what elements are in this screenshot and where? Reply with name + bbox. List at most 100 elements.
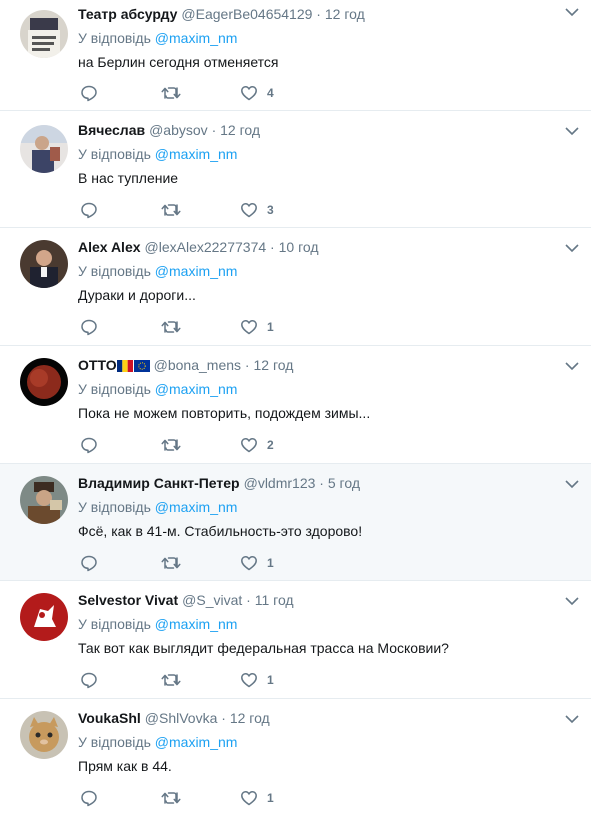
reply-context: У відповідь @maxim_nm: [78, 29, 237, 47]
like-button[interactable]: 1: [240, 317, 274, 337]
user-handle[interactable]: @bona_mens: [154, 357, 241, 373]
timestamp[interactable]: 5 год: [328, 475, 360, 491]
timestamp[interactable]: 11 год: [255, 592, 294, 608]
display-name[interactable]: VoukaShl: [78, 710, 141, 726]
user-handle[interactable]: @EagerBe04654129: [181, 6, 312, 22]
reply-button[interactable]: [80, 670, 98, 690]
like-button[interactable]: 1: [240, 788, 274, 808]
retweet-button[interactable]: [161, 83, 181, 103]
retweet-button[interactable]: [161, 553, 181, 573]
chevron-down-icon[interactable]: [565, 596, 579, 606]
reply-button[interactable]: [80, 83, 98, 103]
tweet-actions: 1: [78, 670, 378, 690]
chevron-down-icon[interactable]: [565, 479, 579, 489]
timestamp[interactable]: 12 год: [230, 710, 270, 726]
tweet[interactable]: Владимир Санкт-Петер @vldmr123 · 5 год У …: [0, 464, 591, 581]
retweet-button[interactable]: [161, 435, 181, 455]
tweet-text: на Берлин сегодня отменяется: [78, 54, 279, 70]
user-handle[interactable]: @S_vivat: [182, 592, 242, 608]
display-name[interactable]: Selvestor Vivat: [78, 592, 178, 608]
avatar[interactable]: [20, 240, 68, 288]
mention-link[interactable]: @maxim_nm: [155, 30, 238, 46]
separator: ·: [246, 592, 251, 608]
tweet-actions: 2: [78, 435, 378, 455]
avatar[interactable]: [20, 711, 68, 759]
retweet-button[interactable]: [161, 788, 181, 808]
separator: ·: [244, 357, 250, 373]
reply-icon: [81, 202, 97, 219]
heart-icon: [241, 673, 257, 688]
like-button[interactable]: 1: [240, 553, 274, 573]
avatar[interactable]: [20, 593, 68, 641]
tweet-actions: 1: [78, 788, 378, 808]
reply-prefix: У відповідь: [78, 30, 151, 46]
timestamp[interactable]: 10 год: [279, 239, 319, 255]
reply-prefix: У відповідь: [78, 146, 151, 162]
display-name[interactable]: OTTO: [78, 357, 117, 373]
mention-link[interactable]: @maxim_nm: [155, 381, 238, 397]
timestamp[interactable]: 12 год: [325, 6, 365, 22]
chevron-down-icon[interactable]: [565, 714, 579, 724]
romania-flag-icon: [116, 360, 133, 372]
like-button[interactable]: 1: [240, 670, 274, 690]
tweet-header: Владимир Санкт-Петер @vldmr123 · 5 год: [78, 474, 360, 492]
display-name[interactable]: Театр абсурду: [78, 6, 177, 22]
reply-button[interactable]: [80, 553, 98, 573]
reply-context: У відповідь @maxim_nm: [78, 733, 237, 751]
tweet-text: Прям как в 44.: [78, 758, 172, 774]
eu-flag-icon: [133, 360, 150, 372]
heart-icon: [241, 86, 257, 101]
tweet-text: Так вот как выглядит федеральная трасса …: [78, 640, 449, 656]
like-button[interactable]: 2: [240, 435, 274, 455]
reply-icon: [81, 555, 97, 572]
chevron-down-icon[interactable]: [565, 243, 579, 253]
retweet-icon: [161, 792, 181, 804]
tweet[interactable]: OTTO @bona_mens · 12 год У відповідь @max…: [0, 346, 591, 464]
user-handle[interactable]: @vldmr123: [244, 475, 316, 491]
retweet-icon: [161, 674, 181, 686]
timestamp[interactable]: 12 год: [253, 357, 293, 373]
reply-button[interactable]: [80, 200, 98, 220]
mention-link[interactable]: @maxim_nm: [155, 263, 238, 279]
reply-button[interactable]: [80, 317, 98, 337]
avatar[interactable]: [20, 358, 68, 406]
tweet[interactable]: Вячеслав @abysov · 12 год У відповідь @ma…: [0, 111, 591, 228]
tweet[interactable]: Selvestor Vivat @S_vivat · 11 год У відпо…: [0, 581, 591, 699]
retweet-button[interactable]: [161, 200, 181, 220]
display-name[interactable]: Alex Alex: [78, 239, 141, 255]
tweet[interactable]: VoukaShl @ShlVovka · 12 год У відповідь @…: [0, 699, 591, 813]
mention-link[interactable]: @maxim_nm: [155, 616, 238, 632]
separator: ·: [221, 710, 226, 726]
heart-icon: [241, 203, 257, 218]
mention-link[interactable]: @maxim_nm: [155, 734, 238, 750]
reply-icon: [81, 319, 97, 336]
user-handle[interactable]: @abysov: [149, 122, 208, 138]
avatar[interactable]: [20, 476, 68, 524]
display-name[interactable]: Владимир Санкт-Петер: [78, 475, 240, 491]
chevron-down-icon[interactable]: [565, 7, 579, 17]
reply-button[interactable]: [80, 788, 98, 808]
reply-prefix: У відповідь: [78, 616, 151, 632]
tweet-text: Дураки и дороги...: [78, 287, 196, 303]
tweet-header: OTTO @bona_mens · 12 год: [78, 356, 293, 374]
heart-icon: [241, 556, 257, 571]
retweet-button[interactable]: [161, 317, 181, 337]
mention-link[interactable]: @maxim_nm: [155, 499, 238, 515]
retweet-button[interactable]: [161, 670, 181, 690]
reply-button[interactable]: [80, 435, 98, 455]
display-name[interactable]: Вячеслав: [78, 122, 145, 138]
avatar[interactable]: [20, 125, 68, 173]
chevron-down-icon[interactable]: [565, 361, 579, 371]
mention-link[interactable]: @maxim_nm: [155, 146, 238, 162]
like-button[interactable]: 4: [240, 83, 274, 103]
like-button[interactable]: 3: [240, 200, 274, 220]
tweet[interactable]: Театр абсурду @EagerBe04654129 · 12 год У…: [0, 0, 591, 111]
user-handle[interactable]: @lexAlex22277374: [145, 239, 267, 255]
like-count: 1: [267, 673, 274, 687]
timestamp[interactable]: 12 год: [220, 122, 260, 138]
user-handle[interactable]: @ShlVovka: [145, 710, 218, 726]
chevron-down-icon[interactable]: [565, 126, 579, 136]
tweet[interactable]: Alex Alex @lexAlex22277374 · 10 год У від…: [0, 228, 591, 346]
avatar[interactable]: [20, 10, 68, 58]
separator: ·: [319, 475, 324, 491]
